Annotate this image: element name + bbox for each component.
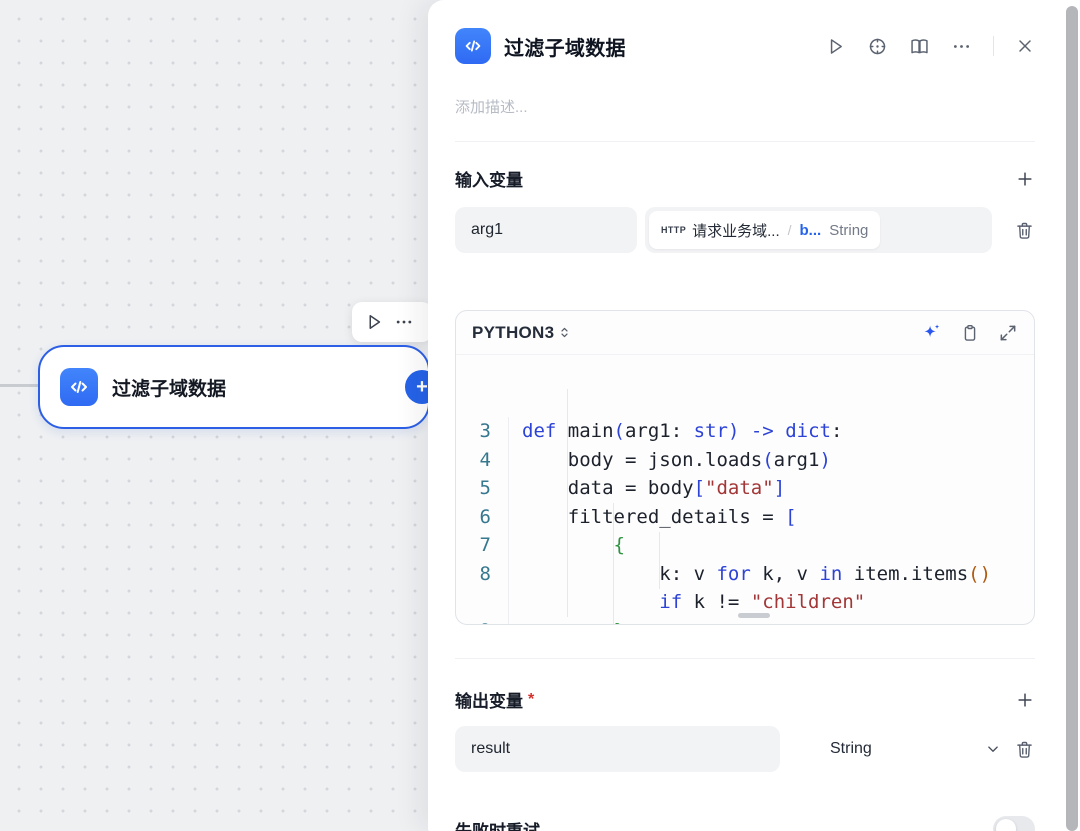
indent-guide	[613, 503, 614, 624]
ai-generate-button[interactable]	[920, 322, 942, 344]
code-line: 5 data = body["data"]	[456, 474, 1034, 503]
indent-guide	[567, 389, 568, 617]
edge-connector	[0, 384, 42, 387]
chevron-down-icon	[984, 740, 1002, 758]
retry-toggle[interactable]	[993, 816, 1035, 831]
variable-reference-pill: HTTP 请求业务域... / b... String	[649, 211, 880, 249]
docs-button[interactable]	[909, 36, 930, 57]
panel-header: 过滤子域数据	[455, 26, 1035, 66]
input-var-name: arg1	[471, 221, 503, 239]
line-number	[456, 588, 509, 617]
header-divider	[993, 36, 994, 56]
input-var-value-selector[interactable]: HTTP 请求业务域... / b... String	[645, 207, 992, 253]
node-hover-toolbar	[352, 302, 432, 342]
locate-node-button[interactable]	[867, 36, 888, 57]
code-editor[interactable]: PYTHON3	[455, 310, 1035, 625]
ref-node-name: 请求业务域...	[692, 220, 780, 241]
panel-scrollbar[interactable]	[1066, 6, 1078, 831]
delete-output-var-button[interactable]	[1014, 739, 1035, 760]
ref-variable-name: b...	[800, 222, 822, 239]
more-button[interactable]	[951, 36, 972, 57]
output-vars-title: 输出变量	[455, 687, 523, 712]
line-number: 3	[456, 417, 509, 446]
add-output-var-button[interactable]	[1015, 690, 1035, 710]
add-input-var-button[interactable]	[1015, 169, 1035, 189]
retry-title: 失败时重试	[455, 817, 540, 831]
line-number: 7	[456, 531, 509, 560]
code-line: 3def main(arg1: str) -> dict:	[456, 417, 1034, 446]
line-number: 6	[456, 503, 509, 532]
output-var-name-field[interactable]: result	[455, 726, 780, 772]
ref-separator: /	[788, 222, 792, 238]
panel-title: 过滤子域数据	[504, 32, 626, 61]
indent-guide	[659, 532, 660, 589]
code-line: 7 {	[456, 531, 1034, 560]
ref-node-type-badge: HTTP	[661, 225, 686, 235]
output-type-select[interactable]: String	[830, 740, 1002, 758]
run-button[interactable]	[825, 36, 846, 57]
horizontal-scrollbar[interactable]	[738, 613, 770, 618]
section-divider	[455, 658, 1035, 659]
section-divider	[455, 141, 1035, 142]
language-selector[interactable]: PYTHON3	[472, 323, 572, 343]
copy-code-button[interactable]	[960, 323, 980, 343]
description-input[interactable]: 添加描述...	[455, 96, 528, 117]
required-mark: *	[528, 691, 534, 709]
toggle-knob	[996, 819, 1016, 831]
close-panel-button[interactable]	[1015, 36, 1035, 56]
ref-variable-type: String	[829, 222, 868, 239]
line-number: 8	[456, 560, 509, 589]
code-node-icon	[60, 368, 98, 406]
retry-section: 失败时重试	[455, 816, 1035, 831]
line-number: 9	[456, 617, 509, 625]
code-node[interactable]: 过滤子域数据	[38, 345, 430, 429]
code-editor-header: PYTHON3	[456, 311, 1034, 355]
code-lines: 3def main(arg1: str) -> dict:4 body = js…	[456, 417, 1034, 624]
code-line: 6 filtered_details = [	[456, 503, 1034, 532]
output-var-row: result String	[455, 726, 1035, 772]
input-var-name-field[interactable]: arg1	[455, 207, 637, 253]
output-var-name: result	[471, 740, 510, 758]
delete-input-var-button[interactable]	[1014, 220, 1035, 241]
input-vars-title: 输入变量	[455, 166, 523, 191]
node-config-panel: 过滤子域数据	[428, 0, 1080, 831]
code-line: 8 k: v for k, v in item.items()	[456, 560, 1034, 589]
line-number: 5	[456, 474, 509, 503]
node-title: 过滤子域数据	[112, 374, 226, 401]
select-carets-icon	[557, 325, 572, 340]
code-content[interactable]: 3def main(arg1: str) -> dict:4 body = js…	[456, 356, 1034, 624]
language-label: PYTHON3	[472, 323, 554, 343]
code-node-icon	[455, 28, 491, 64]
code-line: 4 body = json.loads(arg1)	[456, 446, 1034, 475]
node-run-button[interactable]	[364, 312, 384, 332]
output-vars-header: 输出变量 *	[455, 687, 1035, 712]
input-var-row: arg1 HTTP 请求业务域... / b... String	[455, 207, 1035, 253]
node-more-button[interactable]	[394, 312, 414, 332]
line-number: 4	[456, 446, 509, 475]
output-type-value: String	[830, 740, 872, 758]
expand-code-button[interactable]	[998, 323, 1018, 343]
input-vars-header: 输入变量	[455, 166, 1035, 191]
